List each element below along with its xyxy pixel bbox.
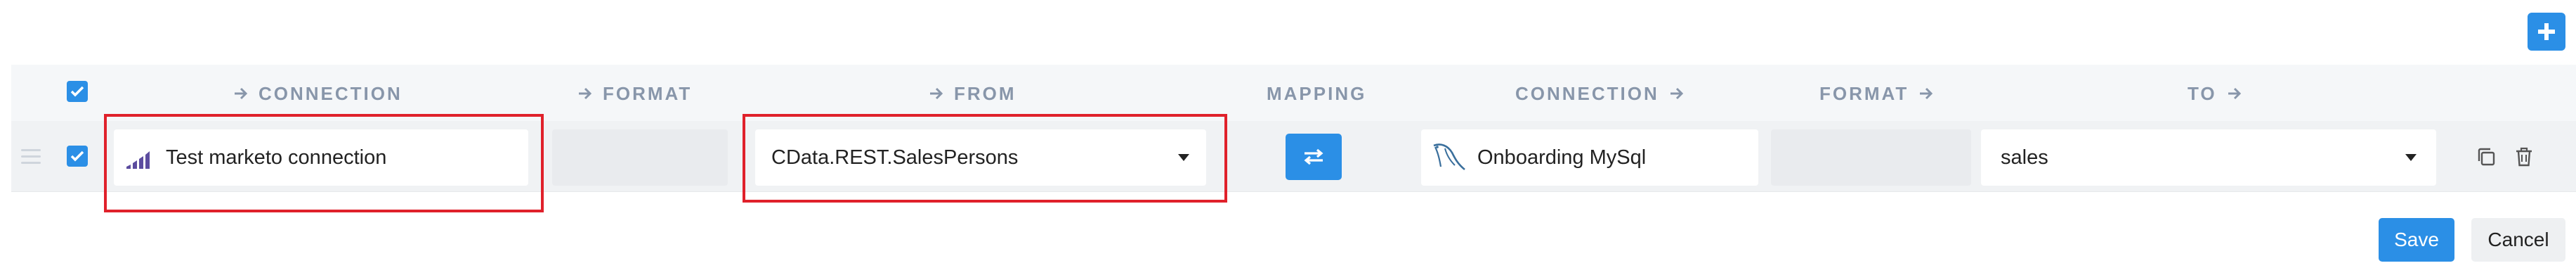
header-label: MAPPING	[1267, 82, 1367, 104]
header-label: FROM	[954, 82, 1016, 104]
arrow-right-icon	[2228, 87, 2241, 100]
arrow-right-icon	[930, 87, 943, 100]
source-connection-field[interactable]: Test marketo connection	[114, 129, 528, 186]
copy-row-button[interactable]	[2474, 145, 2498, 169]
swap-arrows-icon	[1304, 148, 1323, 165]
dest-connection-field[interactable]: Onboarding MySql	[1421, 129, 1758, 186]
drag-handle-icon[interactable]	[21, 149, 41, 168]
header-label: TO	[2188, 82, 2217, 104]
header-label: FORMAT	[1819, 82, 1909, 104]
check-icon	[70, 86, 84, 97]
arrow-right-icon	[579, 87, 592, 100]
header-label: CONNECTION	[1515, 82, 1659, 104]
arrow-right-icon	[1670, 87, 1683, 100]
header-to: TO	[2188, 83, 2242, 104]
plus-icon	[2538, 23, 2555, 40]
delete-row-button[interactable]	[2512, 145, 2536, 169]
dest-connection-label: Onboarding MySql	[1477, 146, 1647, 169]
marketo-logo-icon	[126, 151, 150, 169]
header-mapping: MAPPING	[1267, 83, 1366, 104]
from-value: CData.REST.SalesPersons	[771, 146, 1019, 169]
save-button[interactable]: Save	[2379, 218, 2454, 262]
row-checkbox[interactable]	[67, 146, 88, 167]
dest-format-field[interactable]	[1771, 129, 1971, 186]
to-value: sales	[2001, 146, 2048, 169]
add-row-button[interactable]	[2528, 13, 2565, 51]
header-label: CONNECTION	[259, 82, 403, 104]
check-icon	[70, 151, 84, 162]
header-label: FORMAT	[603, 82, 693, 104]
header-dest-format: FORMAT	[1819, 83, 1934, 104]
header-source-format: FORMAT	[577, 83, 692, 104]
copy-icon	[2478, 148, 2495, 166]
source-connection-label: Test marketo connection	[166, 146, 387, 169]
trash-icon	[2516, 147, 2532, 167]
chevron-down-icon	[1178, 154, 1189, 161]
source-format-field[interactable]	[552, 129, 728, 186]
select-all-checkbox[interactable]	[67, 81, 88, 102]
mysql-logo-icon	[1433, 143, 1465, 171]
chevron-down-icon	[2405, 154, 2417, 161]
header-dest-connection: CONNECTION	[1515, 83, 1685, 104]
from-select[interactable]: CData.REST.SalesPersons	[755, 129, 1206, 186]
arrow-right-icon	[1920, 87, 1933, 100]
arrow-right-icon	[235, 87, 248, 100]
cancel-button[interactable]: Cancel	[2471, 218, 2565, 262]
header-source-connection: CONNECTION	[233, 83, 403, 104]
mapping-button[interactable]	[1286, 134, 1342, 180]
to-select[interactable]: sales	[1981, 129, 2436, 186]
header-from: FROM	[929, 83, 1016, 104]
